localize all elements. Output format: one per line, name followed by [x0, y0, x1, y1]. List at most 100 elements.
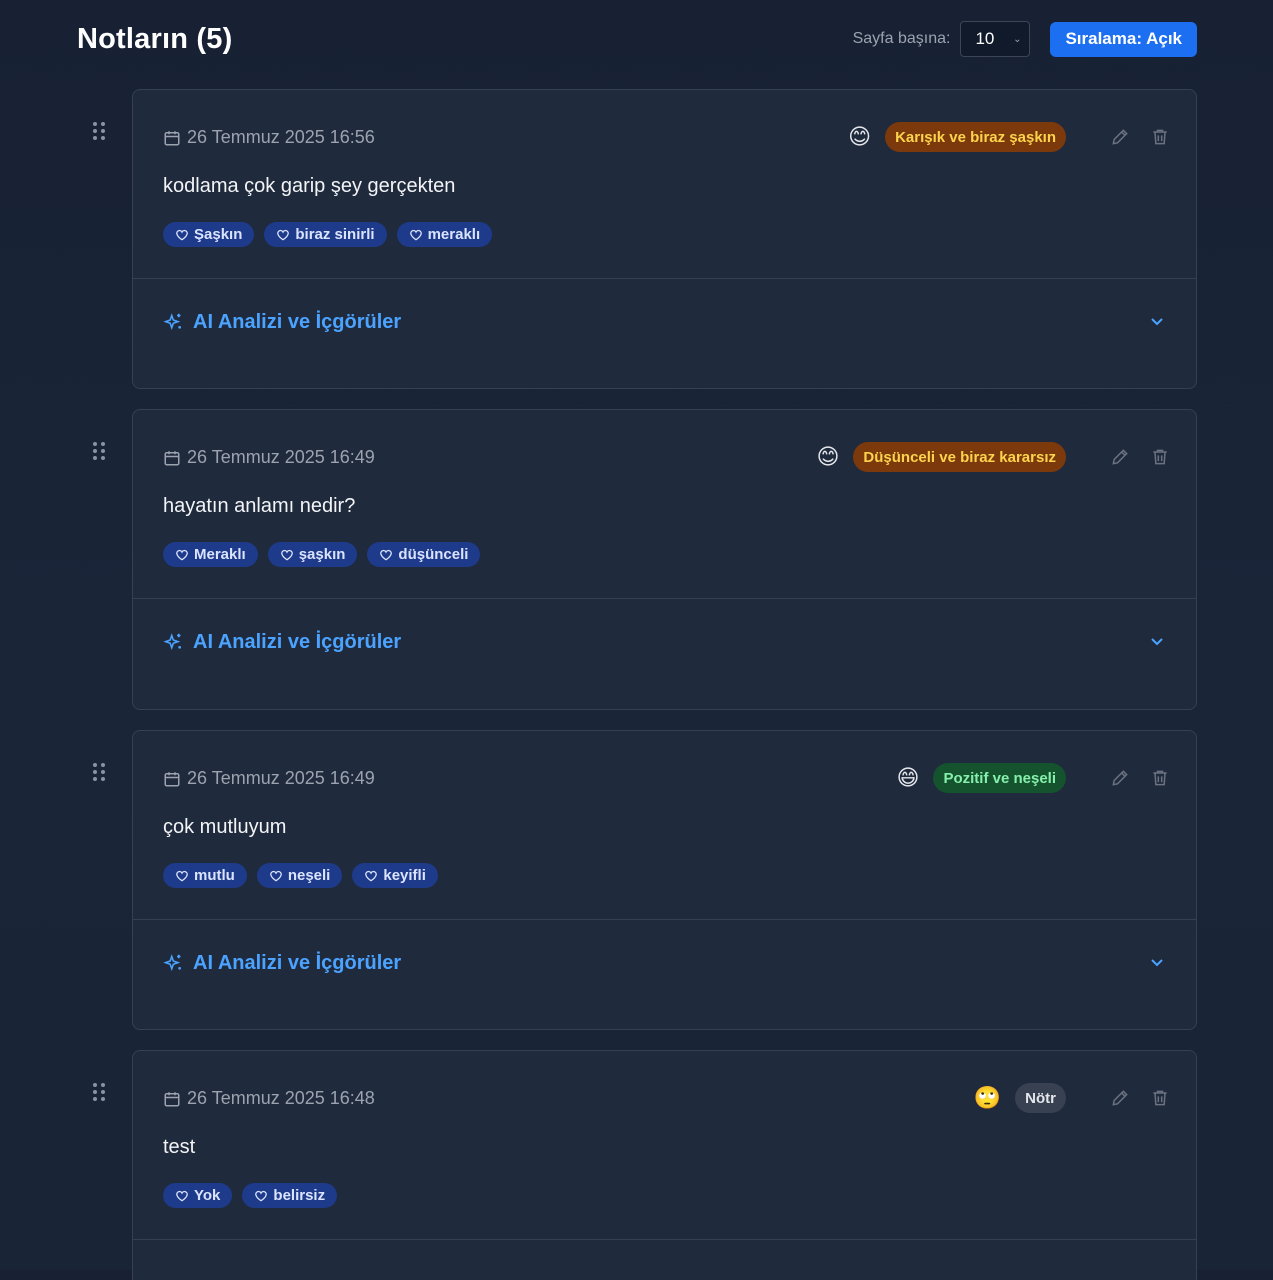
note-text: kodlama çok garip şey gerçekten	[163, 175, 456, 197]
heart-icon	[176, 549, 188, 560]
edit-icon[interactable]	[1108, 1086, 1132, 1110]
note-actions: 🙄 Nötr	[974, 1083, 1172, 1113]
per-page-label: Sayfa başına:	[852, 30, 951, 47]
tag[interactable]: neşeli	[256, 863, 343, 888]
tag-list: Şaşkın biraz sinirli meraklı	[163, 222, 502, 247]
heart-icon	[277, 229, 290, 240]
tag[interactable]: keyifli	[352, 863, 438, 888]
tag-label: meraklı	[427, 226, 481, 243]
drag-handle-icon[interactable]	[93, 763, 105, 783]
note-text: çok mutluyum	[163, 816, 287, 838]
note-actions: 😊 Karışık ve biraz şaşkın	[848, 122, 1172, 152]
note-text: hayatın anlamı nedir?	[163, 495, 356, 517]
drag-handle-icon[interactable]	[93, 1083, 105, 1103]
mood-badge: Düşünceli ve biraz kararsız	[853, 442, 1066, 472]
calendar-icon	[164, 450, 180, 465]
tag-label: Şaşkın	[194, 226, 243, 243]
note-date-text: 26 Temmuz 2025 16:48	[187, 1088, 375, 1108]
note-header: 26 Temmuz 2025 16:48 🙄 Nötr test Yok bel…	[133, 1051, 1196, 1240]
ai-analysis-toggle[interactable]: AI Analizi ve İçgörüler	[133, 599, 1196, 709]
tag[interactable]: Meraklı	[163, 542, 258, 567]
mood-badge: Karışık ve biraz şaşkın	[885, 122, 1066, 152]
drag-handle-icon[interactable]	[93, 122, 105, 142]
tag[interactable]: meraklı	[396, 222, 493, 247]
drag-handle-icon[interactable]	[93, 442, 105, 462]
heart-icon	[255, 1190, 268, 1201]
header-controls: Sayfa başına: 10 ⌄ Sıralama: Açık	[853, 21, 1197, 57]
heart-icon	[409, 229, 422, 240]
mood-emoji-icon: 😊	[816, 444, 840, 469]
tag-label: Yok	[194, 1187, 221, 1204]
trash-icon[interactable]	[1148, 445, 1172, 469]
note-date: 26 Temmuz 2025 16:56	[163, 127, 375, 148]
mood-badge: Nötr	[1015, 1083, 1066, 1113]
sort-button[interactable]: Sıralama: Açık	[1050, 21, 1197, 57]
tag-label: biraz sinirli	[295, 226, 375, 243]
heart-icon	[176, 870, 188, 881]
note-card: 26 Temmuz 2025 16:49 😊 Düşünceli ve bira…	[132, 409, 1197, 710]
heart-icon	[365, 870, 378, 881]
tag[interactable]: düşünceli	[367, 542, 481, 567]
calendar-icon	[164, 130, 180, 145]
tag-label: belirsiz	[273, 1187, 326, 1204]
page-title: Notların (5)	[77, 22, 233, 55]
mood-badge: Pozitif ve neşeli	[933, 763, 1066, 793]
tag-list: mutlu neşeli keyifli	[163, 863, 448, 888]
mood-emoji-icon: 😊	[848, 124, 872, 149]
ai-analysis-label: AI Analizi ve İçgörüler	[193, 952, 402, 974]
edit-icon[interactable]	[1108, 445, 1132, 469]
note-date: 26 Temmuz 2025 16:49	[163, 768, 375, 789]
note-text: test	[163, 1136, 196, 1158]
mood-emoji-icon: 😄	[896, 765, 920, 790]
tag-label: mutlu	[194, 867, 235, 884]
trash-icon[interactable]	[1148, 766, 1172, 790]
note-date: 26 Temmuz 2025 16:49	[163, 447, 375, 468]
tag-label: düşünceli	[398, 546, 469, 563]
tag[interactable]: Şaşkın	[163, 222, 255, 247]
tag-label: neşeli	[287, 867, 331, 884]
chevron-down-icon: ⌄	[1013, 33, 1022, 45]
mood-emoji-icon: 🙄	[973, 1085, 1002, 1110]
note-actions: 😊 Düşünceli ve biraz kararsız	[816, 442, 1172, 472]
edit-icon[interactable]	[1108, 766, 1132, 790]
sparkles-icon	[163, 954, 181, 972]
per-page-select[interactable]: 10 ⌄	[960, 21, 1031, 57]
heart-icon	[269, 870, 282, 881]
sparkles-icon	[163, 313, 181, 331]
tag[interactable]: biraz sinirli	[264, 222, 387, 247]
chevron-down-icon[interactable]	[1150, 317, 1164, 327]
ai-analysis-label: AI Analizi ve İçgörüler	[193, 311, 402, 333]
tag[interactable]: şaşkın	[267, 542, 358, 567]
ai-analysis-toggle[interactable]: AI Analizi ve İçgörüler	[133, 279, 1196, 389]
sparkles-icon	[163, 633, 181, 651]
heart-icon	[380, 549, 393, 560]
trash-icon[interactable]	[1148, 1086, 1172, 1110]
note-date-text: 26 Temmuz 2025 16:56	[187, 127, 375, 147]
tag-list: Yok belirsiz	[163, 1183, 347, 1208]
tag[interactable]: belirsiz	[242, 1183, 338, 1208]
tag[interactable]: mutlu	[163, 863, 247, 888]
page-header: Notların (5) Sayfa başına: 10 ⌄ Sıralama…	[77, 20, 1197, 58]
note-date: 26 Temmuz 2025 16:48	[163, 1088, 375, 1109]
note-header: 26 Temmuz 2025 16:49 😄 Pozitif ve neşeli…	[133, 731, 1196, 920]
chevron-down-icon[interactable]	[1150, 637, 1164, 647]
tag-label: şaşkın	[298, 546, 346, 563]
tag[interactable]: Yok	[163, 1183, 233, 1208]
ai-analysis-toggle[interactable]: AI Analizi ve İçgörüler	[133, 920, 1196, 1030]
note-header: 26 Temmuz 2025 16:49 😊 Düşünceli ve bira…	[133, 410, 1196, 599]
chevron-down-icon[interactable]	[1150, 958, 1164, 968]
per-page-value: 10	[975, 29, 995, 48]
note-card: 26 Temmuz 2025 16:56 😊 Karışık ve biraz …	[132, 89, 1197, 389]
note-date-text: 26 Temmuz 2025 16:49	[187, 768, 375, 788]
calendar-icon	[164, 771, 180, 786]
note-header: 26 Temmuz 2025 16:56 😊 Karışık ve biraz …	[133, 90, 1196, 279]
ai-analysis-link[interactable]: AI Analizi ve İçgörüler	[163, 311, 401, 334]
tag-label: keyifli	[383, 867, 426, 884]
edit-icon[interactable]	[1108, 125, 1132, 149]
ai-analysis-link[interactable]: AI Analizi ve İçgörüler	[163, 631, 401, 654]
ai-analysis-link[interactable]: AI Analizi ve İçgörüler	[163, 952, 401, 975]
heart-icon	[176, 229, 188, 240]
heart-icon	[176, 1190, 188, 1201]
tag-label: Meraklı	[194, 546, 246, 563]
trash-icon[interactable]	[1148, 125, 1172, 149]
